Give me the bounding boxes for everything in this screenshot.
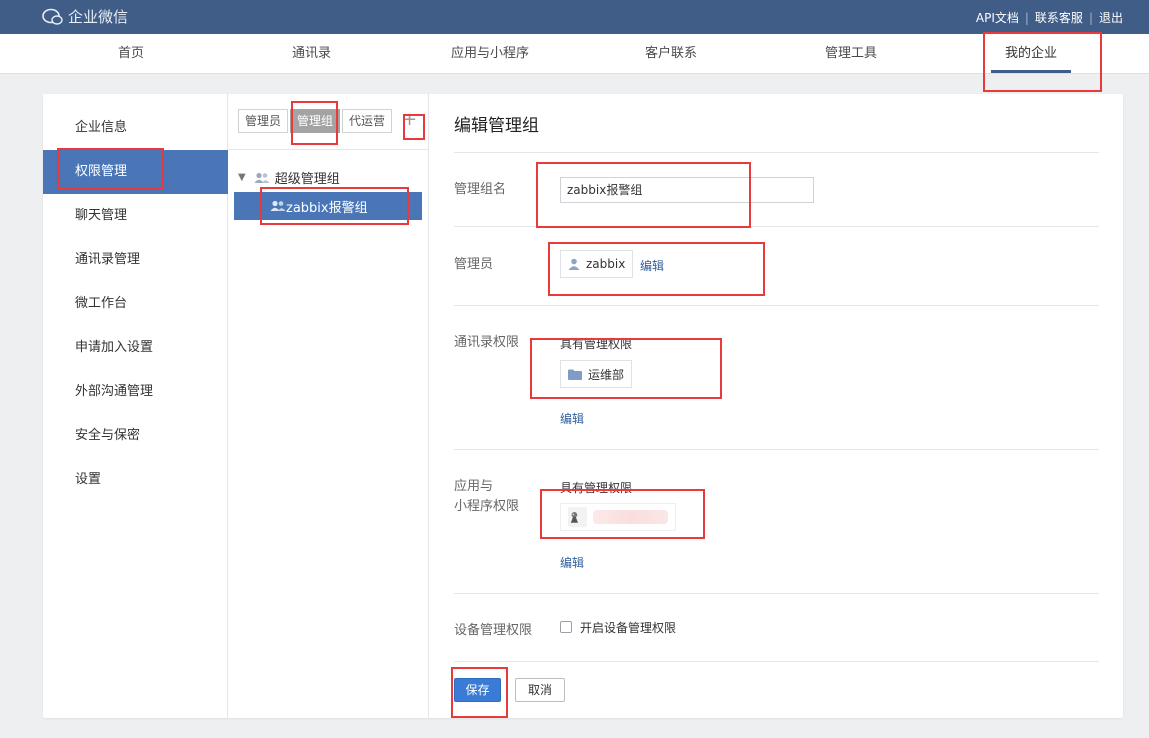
divider bbox=[454, 305, 1099, 306]
cancel-button[interactable]: 取消 bbox=[515, 678, 565, 702]
tree-node-super-admin-group[interactable]: ▼ 超级管理组 bbox=[238, 168, 340, 187]
apps-permission-level: 具有管理权限 bbox=[560, 481, 633, 495]
tree-node-label: zabbix报警组 bbox=[286, 200, 368, 216]
folder-icon bbox=[568, 369, 582, 380]
nav-customer-contact[interactable]: 客户联系 bbox=[645, 34, 697, 74]
group-icon bbox=[254, 172, 270, 183]
brand-name: 企业微信 bbox=[68, 8, 129, 26]
api-docs-link[interactable]: API文档 bbox=[976, 9, 1019, 26]
group-tabs: 管理员 管理组 代运营 bbox=[238, 109, 394, 133]
group-icon bbox=[270, 200, 286, 211]
app-icon bbox=[568, 507, 587, 527]
admin-chip: zabbix bbox=[560, 250, 634, 278]
sidebar-item-contacts-management[interactable]: 通讯录管理 bbox=[43, 238, 228, 282]
nav-contacts[interactable]: 通讯录 bbox=[292, 34, 331, 74]
edit-contacts-permission-link[interactable]: 编辑 bbox=[560, 410, 584, 427]
tab-operators[interactable]: 代运营 bbox=[342, 109, 393, 133]
redacted-app-name bbox=[592, 510, 668, 524]
separator: | bbox=[1024, 10, 1029, 25]
logout-link[interactable]: 退出 bbox=[1099, 9, 1123, 26]
nav-management-tools[interactable]: 管理工具 bbox=[825, 34, 877, 74]
device-permission-checkbox[interactable] bbox=[560, 621, 572, 633]
app-chip bbox=[560, 503, 676, 531]
tree-node-zabbix-group[interactable]: zabbix报警组 bbox=[234, 192, 422, 220]
group-name-label: 管理组名 bbox=[454, 182, 507, 197]
edit-admin-link[interactable]: 编辑 bbox=[640, 257, 664, 274]
edit-group-form: 编辑管理组 管理组名 zabbix报警组 管理员 zabbix 编辑 通讯录权限… bbox=[429, 94, 1123, 718]
tab-admin-groups[interactable]: 管理组 bbox=[290, 109, 341, 133]
add-group-button[interactable]: + bbox=[402, 111, 417, 129]
sidebar-item-permissions[interactable]: 权限管理 bbox=[43, 150, 228, 194]
divider bbox=[454, 152, 1099, 153]
sidebar-item-settings[interactable]: 设置 bbox=[43, 458, 228, 502]
save-button[interactable]: 保存 bbox=[454, 678, 501, 702]
apps-permission-label-line1: 应用与 bbox=[454, 479, 494, 494]
contacts-permission-label: 通讯录权限 bbox=[454, 335, 520, 350]
divider bbox=[228, 149, 428, 150]
admin-label: 管理员 bbox=[454, 257, 494, 272]
divider bbox=[454, 661, 1099, 662]
department-chip: 运维部 bbox=[560, 360, 633, 388]
sidebar-item-chat-management[interactable]: 聊天管理 bbox=[43, 194, 228, 238]
page-title: 编辑管理组 bbox=[454, 116, 539, 136]
tree-node-label: 超级管理组 bbox=[274, 172, 340, 187]
divider bbox=[454, 449, 1099, 450]
device-permission-checkbox-label[interactable]: 开启设备管理权限 bbox=[580, 619, 676, 636]
main-nav: 首页 通讯录 应用与小程序 客户联系 管理工具 我的企业 bbox=[0, 34, 1149, 74]
brand-logo[interactable]: 企业微信 bbox=[42, 6, 128, 27]
contacts-permission-level: 具有管理权限 bbox=[560, 337, 633, 351]
group-name-input[interactable]: zabbix报警组 bbox=[560, 177, 814, 203]
sidebar-item-company-info[interactable]: 企业信息 bbox=[43, 106, 228, 150]
sidebar-item-external-communication[interactable]: 外部沟通管理 bbox=[43, 370, 228, 414]
nav-apps[interactable]: 应用与小程序 bbox=[451, 34, 529, 74]
apps-permission-label-line2: 小程序权限 bbox=[454, 499, 520, 514]
tab-admins[interactable]: 管理员 bbox=[238, 109, 289, 133]
contact-support-link[interactable]: 联系客服 bbox=[1035, 9, 1083, 26]
chat-bubble-icon bbox=[42, 8, 63, 25]
caret-down-icon[interactable]: ▼ bbox=[238, 172, 246, 183]
user-icon bbox=[568, 258, 580, 270]
admin-name: zabbix bbox=[586, 257, 626, 271]
top-links: API文档 | 联系客服 | 退出 bbox=[976, 9, 1123, 26]
content-card: 企业信息 权限管理 聊天管理 通讯录管理 微工作台 申请加入设置 外部沟通管理 … bbox=[43, 94, 1123, 718]
group-list-panel: 管理员 管理组 代运营 + ▼ 超级管理组 zabbix报警组 bbox=[228, 94, 429, 718]
settings-sidebar: 企业信息 权限管理 聊天管理 通讯录管理 微工作台 申请加入设置 外部沟通管理 … bbox=[43, 94, 228, 718]
separator: | bbox=[1088, 10, 1093, 25]
department-name: 运维部 bbox=[588, 367, 625, 382]
edit-apps-permission-link[interactable]: 编辑 bbox=[560, 554, 584, 571]
sidebar-item-security[interactable]: 安全与保密 bbox=[43, 414, 228, 458]
divider bbox=[454, 593, 1099, 594]
top-bar: 企业微信 API文档 | 联系客服 | 退出 bbox=[0, 0, 1149, 34]
sidebar-item-join-settings[interactable]: 申请加入设置 bbox=[43, 326, 228, 370]
nav-my-company[interactable]: 我的企业 bbox=[990, 34, 1072, 74]
sidebar-item-micro-workbench[interactable]: 微工作台 bbox=[43, 282, 228, 326]
nav-home[interactable]: 首页 bbox=[118, 34, 144, 74]
device-permission-label: 设备管理权限 bbox=[454, 623, 533, 638]
divider bbox=[454, 226, 1099, 227]
